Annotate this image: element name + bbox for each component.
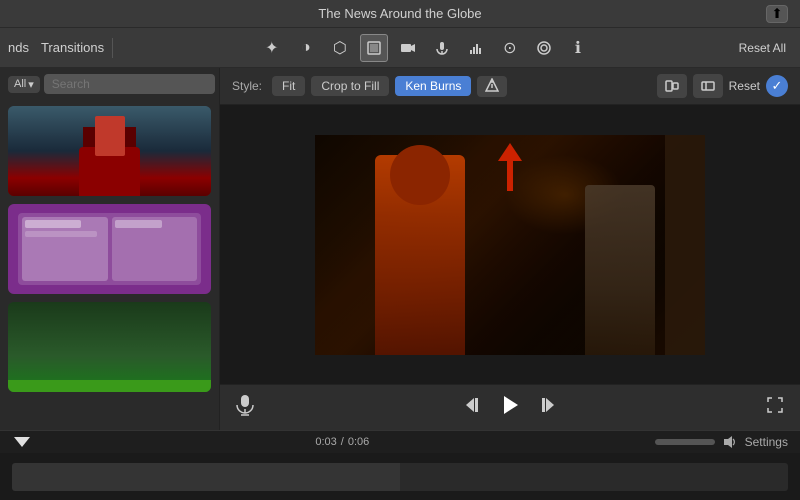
magic-wand-button[interactable]: ✦ xyxy=(258,34,286,62)
timeline-playhead-triangle xyxy=(14,437,30,447)
timeline-area: 0:03 / 0:06 Settings xyxy=(0,430,800,500)
crop-to-fill-button[interactable]: Crop to Fill xyxy=(311,76,389,96)
share-button[interactable]: ⬆ xyxy=(766,5,788,23)
settings-button[interactable]: Settings xyxy=(745,435,788,449)
toolbar-separator xyxy=(112,38,113,58)
timeline-zoom-slider[interactable] xyxy=(655,439,715,445)
equalizer-button[interactable] xyxy=(462,34,490,62)
thumbnail-item[interactable] xyxy=(8,204,211,294)
title-bar: The News Around the Globe ⬆ xyxy=(0,0,800,28)
color-balance-button[interactable]: ◑ xyxy=(292,34,320,62)
thumbnail-item[interactable] xyxy=(8,302,211,392)
timeline-track[interactable] xyxy=(0,453,800,500)
video-frame xyxy=(315,135,705,355)
playback-center xyxy=(465,394,555,422)
reset-button[interactable]: Reset xyxy=(729,79,760,93)
confirm-button[interactable]: ✓ xyxy=(766,75,788,97)
nav-label-transitions: Transitions xyxy=(41,40,104,55)
info-button[interactable]: ℹ xyxy=(564,34,592,62)
volume-icon xyxy=(723,435,737,449)
fullscreen-button[interactable] xyxy=(766,396,784,419)
timeline-header: 0:03 / 0:06 Settings xyxy=(0,431,800,453)
timeline-separator: / xyxy=(341,436,344,448)
speed-button[interactable]: ⊙ xyxy=(496,34,524,62)
check-icon: ✓ xyxy=(772,78,783,94)
style-arrow-button[interactable] xyxy=(477,76,507,97)
aspect-ratio-button[interactable] xyxy=(693,74,723,98)
playback-bar xyxy=(220,384,800,430)
sidebar: All ▾ xyxy=(0,68,220,430)
color-palette-button[interactable]: ⬡ xyxy=(326,34,354,62)
video-area xyxy=(220,105,800,384)
fit-resize-button[interactable] xyxy=(657,74,687,98)
audio-button[interactable] xyxy=(428,34,456,62)
sidebar-thumbnails xyxy=(0,100,219,430)
style-label: Style: xyxy=(232,79,262,93)
timeline-bar[interactable] xyxy=(12,463,788,491)
arrow-overlay xyxy=(498,143,522,191)
search-input[interactable] xyxy=(44,74,215,94)
thumbnail-item[interactable] xyxy=(8,106,211,196)
ken-burns-button[interactable]: Ken Burns xyxy=(395,76,471,96)
toolbar-right: Reset All xyxy=(733,39,792,57)
microphone-button[interactable] xyxy=(236,394,254,421)
timeline-total-time: 0:06 xyxy=(348,436,369,448)
right-panel: Style: Fit Crop to Fill Ken Burns xyxy=(220,68,800,430)
timeline-current-time: 0:03 xyxy=(315,436,336,448)
fit-button[interactable]: Fit xyxy=(272,76,305,96)
rewind-button[interactable] xyxy=(465,396,483,419)
toolbar-left: nds Transitions xyxy=(8,40,104,55)
style-bar-right: Reset ✓ xyxy=(657,74,788,98)
overlay-button[interactable] xyxy=(530,34,558,62)
crop-button[interactable] xyxy=(360,34,388,62)
timeline-progress xyxy=(12,463,400,491)
toolbar-center: ✦ ◑ ⬡ xyxy=(121,34,729,62)
all-filter-button[interactable]: All ▾ xyxy=(8,76,40,93)
nav-label-sounds: nds xyxy=(8,40,29,55)
video-camera-button[interactable] xyxy=(394,34,422,62)
arrow-head xyxy=(498,143,522,161)
main-area: All ▾ xyxy=(0,68,800,430)
arrow-line xyxy=(507,161,513,191)
sidebar-search-row: All ▾ xyxy=(0,68,219,100)
main-toolbar: nds Transitions ✦ ◑ ⬡ xyxy=(0,28,800,68)
play-button[interactable] xyxy=(499,394,521,422)
forward-button[interactable] xyxy=(537,396,555,419)
window-title: The News Around the Globe xyxy=(318,6,481,21)
reset-all-button[interactable]: Reset All xyxy=(733,39,792,57)
style-bar: Style: Fit Crop to Fill Ken Burns xyxy=(220,68,800,105)
